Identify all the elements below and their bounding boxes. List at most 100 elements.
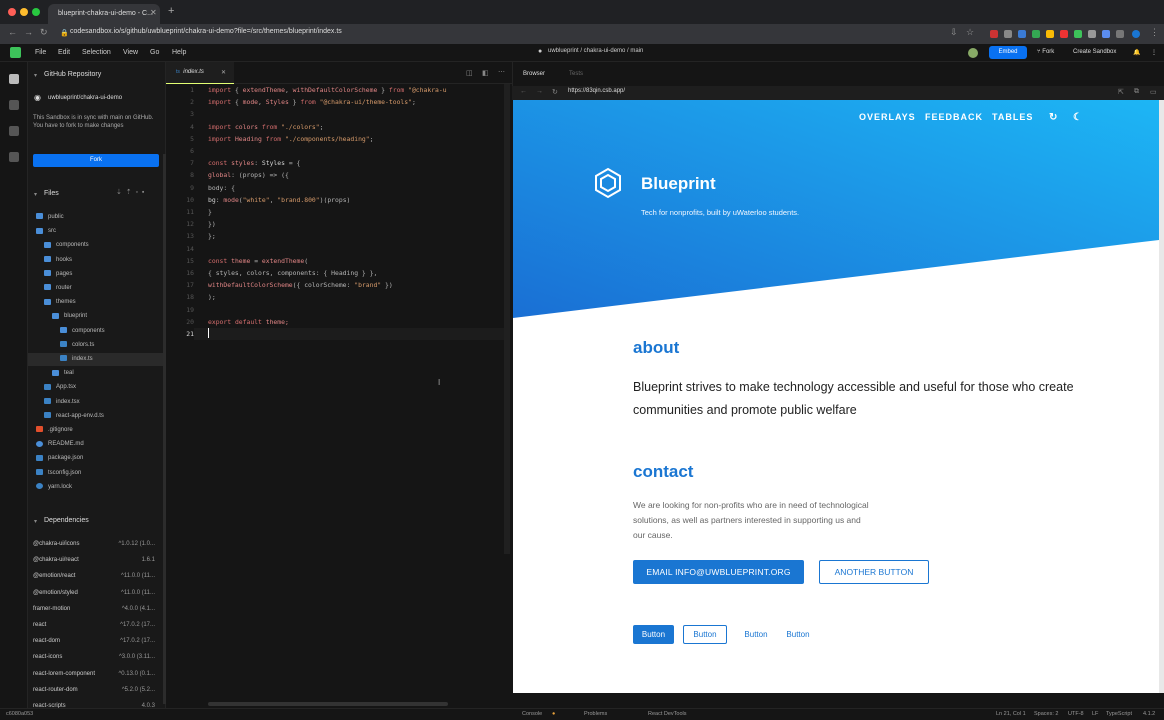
upload-icon[interactable]: ⇡ [126, 189, 132, 196]
file-tree-item[interactable]: src [28, 225, 163, 238]
extension-icon[interactable] [1018, 30, 1026, 38]
file-tree-item[interactable]: tsconfig.json [28, 467, 163, 480]
back-icon[interactable]: ← [8, 27, 17, 37]
file-tree-item[interactable]: react-app-env.d.ts [28, 410, 163, 423]
moon-icon[interactable]: ☾ [1073, 112, 1083, 123]
live-panel-icon[interactable] [9, 152, 19, 162]
menu-selection[interactable]: Selection [82, 49, 111, 56]
file-tree-item[interactable]: README.md [28, 438, 163, 451]
back-icon[interactable]: ← [520, 88, 527, 95]
forward-icon[interactable]: → [24, 27, 33, 37]
new-file-icon[interactable]: ▫ [136, 189, 138, 196]
file-tree-item[interactable]: public [28, 211, 163, 224]
nav-feedback[interactable]: FEEDBACK [925, 112, 983, 122]
editor-scrollbar[interactable] [504, 84, 510, 554]
file-tree-item[interactable]: colors.ts [28, 339, 163, 352]
new-window-icon[interactable]: ⧉ [1134, 88, 1139, 96]
more-options-icon[interactable]: ⋮ [1151, 49, 1157, 56]
preview-browser-tab[interactable]: Browser [523, 71, 545, 77]
sort-icon[interactable]: ⇣ [116, 189, 122, 196]
preview-toggle-icon[interactable]: ◧ [482, 69, 489, 77]
profile-avatar[interactable] [1132, 30, 1140, 38]
link-button[interactable]: Button [777, 625, 819, 644]
file-tree-item[interactable]: teal [28, 367, 163, 380]
extension-icon[interactable] [1046, 30, 1054, 38]
dependencies-section-title[interactable]: Dependencies [28, 517, 166, 524]
problems-tab[interactable]: Problems [584, 711, 607, 717]
file-tree-item[interactable]: .gitignore [28, 424, 163, 437]
dependency-item[interactable]: react-icons ^3.0.0 (3.11... [33, 654, 159, 660]
preview-url-input[interactable]: https://83qin.csb.app/ [568, 88, 625, 94]
ts-version[interactable]: 4.1.2 [1143, 711, 1155, 717]
close-tab-icon[interactable]: ✕ [221, 69, 226, 76]
create-sandbox-button[interactable]: Create Sandbox [1073, 49, 1116, 55]
menu-help[interactable]: Help [172, 49, 186, 56]
settings-panel-icon[interactable] [9, 100, 19, 110]
indentation[interactable]: Spaces: 2 [1034, 711, 1058, 717]
extension-icon[interactable] [1060, 30, 1068, 38]
extension-icon[interactable] [1074, 30, 1082, 38]
new-tab-icon[interactable]: + [168, 5, 174, 17]
dependency-item[interactable]: framer-motion ^4.0.0 (4.1... [33, 606, 159, 612]
close-window-icon[interactable] [8, 8, 16, 16]
dependency-item[interactable]: react ^17.0.2 (17... [33, 622, 159, 628]
extension-icon[interactable] [1004, 30, 1012, 38]
repo-breadcrumb[interactable]: uwblueprint / chakra-ui-demo / main [548, 48, 643, 54]
outline-button[interactable]: Button [683, 625, 727, 644]
file-tree-item[interactable]: index.tsx [28, 396, 163, 409]
menu-view[interactable]: View [123, 49, 138, 56]
menu-file[interactable]: File [35, 49, 46, 56]
sidebar-fork-button[interactable]: Fork [33, 154, 159, 167]
bookmark-star-icon[interactable]: ☆ [966, 27, 974, 38]
file-tree-item[interactable]: themes [28, 296, 163, 309]
extension-icon[interactable] [990, 30, 998, 38]
menu-edit[interactable]: Edit [58, 49, 70, 56]
file-tree-item[interactable]: hooks [28, 254, 163, 267]
extension-icon[interactable] [1116, 30, 1124, 38]
open-external-icon[interactable]: ⇱ [1118, 88, 1124, 96]
nav-overlays[interactable]: OVERLAYS [859, 112, 916, 122]
preview-tests-tab[interactable]: Tests [569, 71, 583, 77]
menu-go[interactable]: Go [150, 49, 159, 56]
editor-tab-index-ts[interactable]: ts index.ts ✕ [166, 62, 234, 84]
reload-icon[interactable]: ↻ [40, 27, 48, 38]
devtools-tab[interactable]: React DevTools [648, 711, 687, 717]
file-tree-item[interactable]: pages [28, 268, 163, 281]
download-icon[interactable]: ⇩ [950, 27, 958, 38]
line-ending[interactable]: LF [1092, 711, 1098, 717]
dependency-item[interactable]: @chakra-ui/icons ^1.0.12 (1.0... [33, 541, 159, 547]
extension-icon[interactable] [1088, 30, 1096, 38]
cursor-position[interactable]: Ln 21, Col 1 [996, 711, 1026, 717]
dependency-item[interactable]: @chakra-ui/react 1.6.1 [33, 557, 159, 563]
nav-tables[interactable]: TABLES [992, 112, 1033, 122]
codesandbox-logo[interactable] [10, 47, 21, 58]
file-tree-item[interactable]: components [28, 239, 163, 252]
email-button[interactable]: EMAIL INFO@UWBLUEPRINT.ORG [633, 560, 804, 584]
dependency-item[interactable]: react-lorem-component ^0.13.0 (0.1... [33, 671, 159, 677]
split-editor-icon[interactable]: ◫ [466, 69, 473, 77]
file-tree-item[interactable]: package.json [28, 452, 163, 465]
file-tree-item[interactable]: App.tsx [28, 381, 163, 394]
deploy-panel-icon[interactable] [9, 126, 19, 136]
fork-button[interactable]: ⑂ Fork [1037, 49, 1054, 55]
close-tab-icon[interactable]: ✕ [150, 8, 157, 17]
console-tab[interactable]: Console [522, 711, 542, 717]
refresh-icon[interactable]: ↻ [1049, 112, 1058, 123]
new-folder-icon[interactable]: ▪ [142, 189, 144, 196]
file-tree-item[interactable]: index.ts [28, 353, 163, 366]
files-section-title[interactable]: Files [28, 190, 166, 197]
language-mode[interactable]: TypeScript [1106, 711, 1132, 717]
dependency-item[interactable]: @emotion/react ^11.0.0 (11... [33, 573, 159, 579]
file-tree-item[interactable]: yarn.lock [28, 481, 163, 494]
file-tree-item[interactable]: blueprint [28, 310, 163, 323]
ghost-button[interactable]: Button [735, 625, 777, 644]
extension-icon[interactable] [1102, 30, 1110, 38]
editor-horizontal-scrollbar[interactable] [208, 702, 448, 706]
address-bar[interactable]: codesandbox.io/s/github/uwblueprint/chak… [70, 28, 342, 35]
notification-bell-icon[interactable]: 🔔 [1133, 49, 1140, 56]
preview-scrollbar[interactable] [1159, 100, 1164, 693]
extension-icon[interactable] [1032, 30, 1040, 38]
maximize-window-icon[interactable] [32, 8, 40, 16]
embed-button[interactable]: Embed [989, 46, 1027, 59]
more-menu-icon[interactable]: ⋮ [1150, 27, 1159, 38]
